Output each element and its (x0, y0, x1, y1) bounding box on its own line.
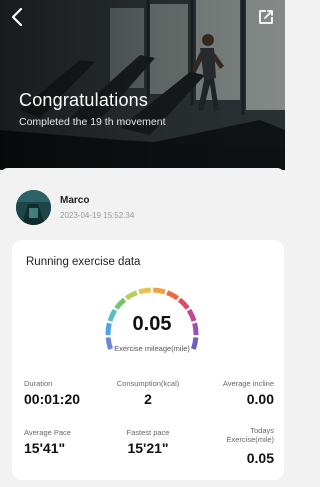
gauge-segment (166, 290, 180, 301)
gauge-label: Exercise mileage(mile) (114, 344, 190, 353)
hero-overlay (0, 0, 285, 170)
exercise-data-card: Running exercise data 0.05 Exercise mile… (12, 240, 284, 480)
average-incline-label: Average incline (222, 379, 274, 388)
fastest-pace-value: 15'21" (127, 440, 169, 456)
user-name: Marco (60, 195, 90, 206)
average-pace-label: Average Pace (24, 428, 71, 437)
avatar[interactable] (16, 190, 51, 225)
todays-exercise-value: 0.05 (246, 450, 274, 466)
todays-exercise-label: Todays Exercise(mile) (226, 426, 274, 444)
gauge-segment (177, 297, 190, 310)
duration-value: 00:01:20 (24, 391, 81, 407)
card-title: Running exercise data (26, 256, 141, 268)
gauge-segment (153, 287, 166, 295)
page-title: Congratulations (19, 90, 149, 110)
gauge-segment (138, 287, 151, 295)
chevron-left-icon[interactable] (8, 6, 28, 28)
average-incline-value: 0.00 (246, 391, 274, 407)
hero-banner: Congratulations Completed the 19 th move… (0, 0, 285, 170)
gauge-segment (114, 297, 127, 310)
gauge-segment (124, 290, 138, 301)
consumption-value: 2 (144, 391, 152, 407)
avatar-image (16, 190, 51, 225)
share-icon[interactable] (257, 8, 275, 26)
consumption-label: Consumption(kcal) (116, 379, 180, 388)
gauge-value: 0.05 (132, 313, 172, 335)
page-subtitle: Completed the 19 th movement (19, 116, 166, 128)
fastest-pace-label: Fastest pace (126, 428, 170, 437)
average-pace-value: 15'41" (24, 440, 66, 456)
record-timestamp: 2023-04-19 15:52:34 (60, 211, 135, 220)
duration-label: Duration (24, 379, 53, 388)
